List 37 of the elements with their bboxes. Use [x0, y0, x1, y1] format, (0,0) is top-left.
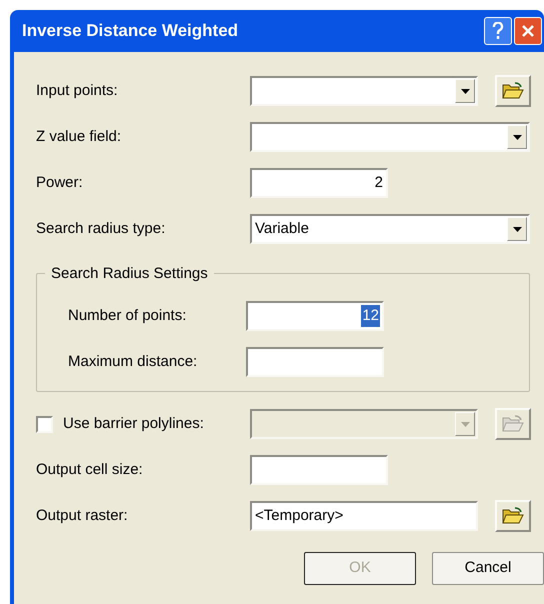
input-field[interactable]: 12: [246, 301, 384, 331]
field-label: Z value field:: [36, 126, 122, 147]
input-field[interactable]: 2: [250, 168, 388, 198]
close-button[interactable]: [514, 17, 542, 45]
field-value: 12: [361, 304, 380, 328]
input-field[interactable]: [250, 455, 388, 485]
caret-icon: [460, 422, 470, 426]
dropdown[interactable]: Variable: [250, 214, 530, 244]
field-label: Output raster:: [36, 506, 128, 526]
dialog-button[interactable]: Cancel: [432, 552, 544, 585]
browse-button[interactable]: [495, 75, 531, 107]
caret-icon: [460, 88, 470, 94]
field-value: 2: [374, 172, 384, 193]
field-value: <Temporary>: [254, 506, 344, 526]
field-value: Variable: [254, 218, 310, 239]
input-field[interactable]: <Temporary>: [250, 501, 478, 531]
folder-icon: [502, 415, 524, 433]
folder-icon: [502, 82, 524, 100]
field-label: Output cell size:: [36, 460, 143, 480]
dropdown-button[interactable]: [455, 79, 475, 103]
field-label: Use barrier polylines:: [63, 414, 204, 434]
folder-icon: [502, 507, 524, 525]
caret-icon: [512, 226, 522, 232]
field-label: Maximum distance:: [68, 352, 198, 372]
dropdown-button[interactable]: [507, 125, 527, 149]
browse-button[interactable]: [495, 500, 531, 532]
input-field[interactable]: [246, 347, 384, 377]
dropdown-button[interactable]: [507, 217, 527, 241]
window-title: Inverse Distance Weighted: [22, 20, 240, 42]
question-mark-icon: [492, 22, 504, 40]
field-label: Power:: [36, 172, 83, 193]
close-icon: [521, 24, 535, 38]
caret-icon: [512, 134, 522, 140]
help-button[interactable]: [484, 17, 512, 45]
field-label: Number of points:: [68, 306, 186, 326]
field-label: Search radius type:: [36, 218, 166, 239]
field-label: Input points:: [36, 80, 118, 101]
